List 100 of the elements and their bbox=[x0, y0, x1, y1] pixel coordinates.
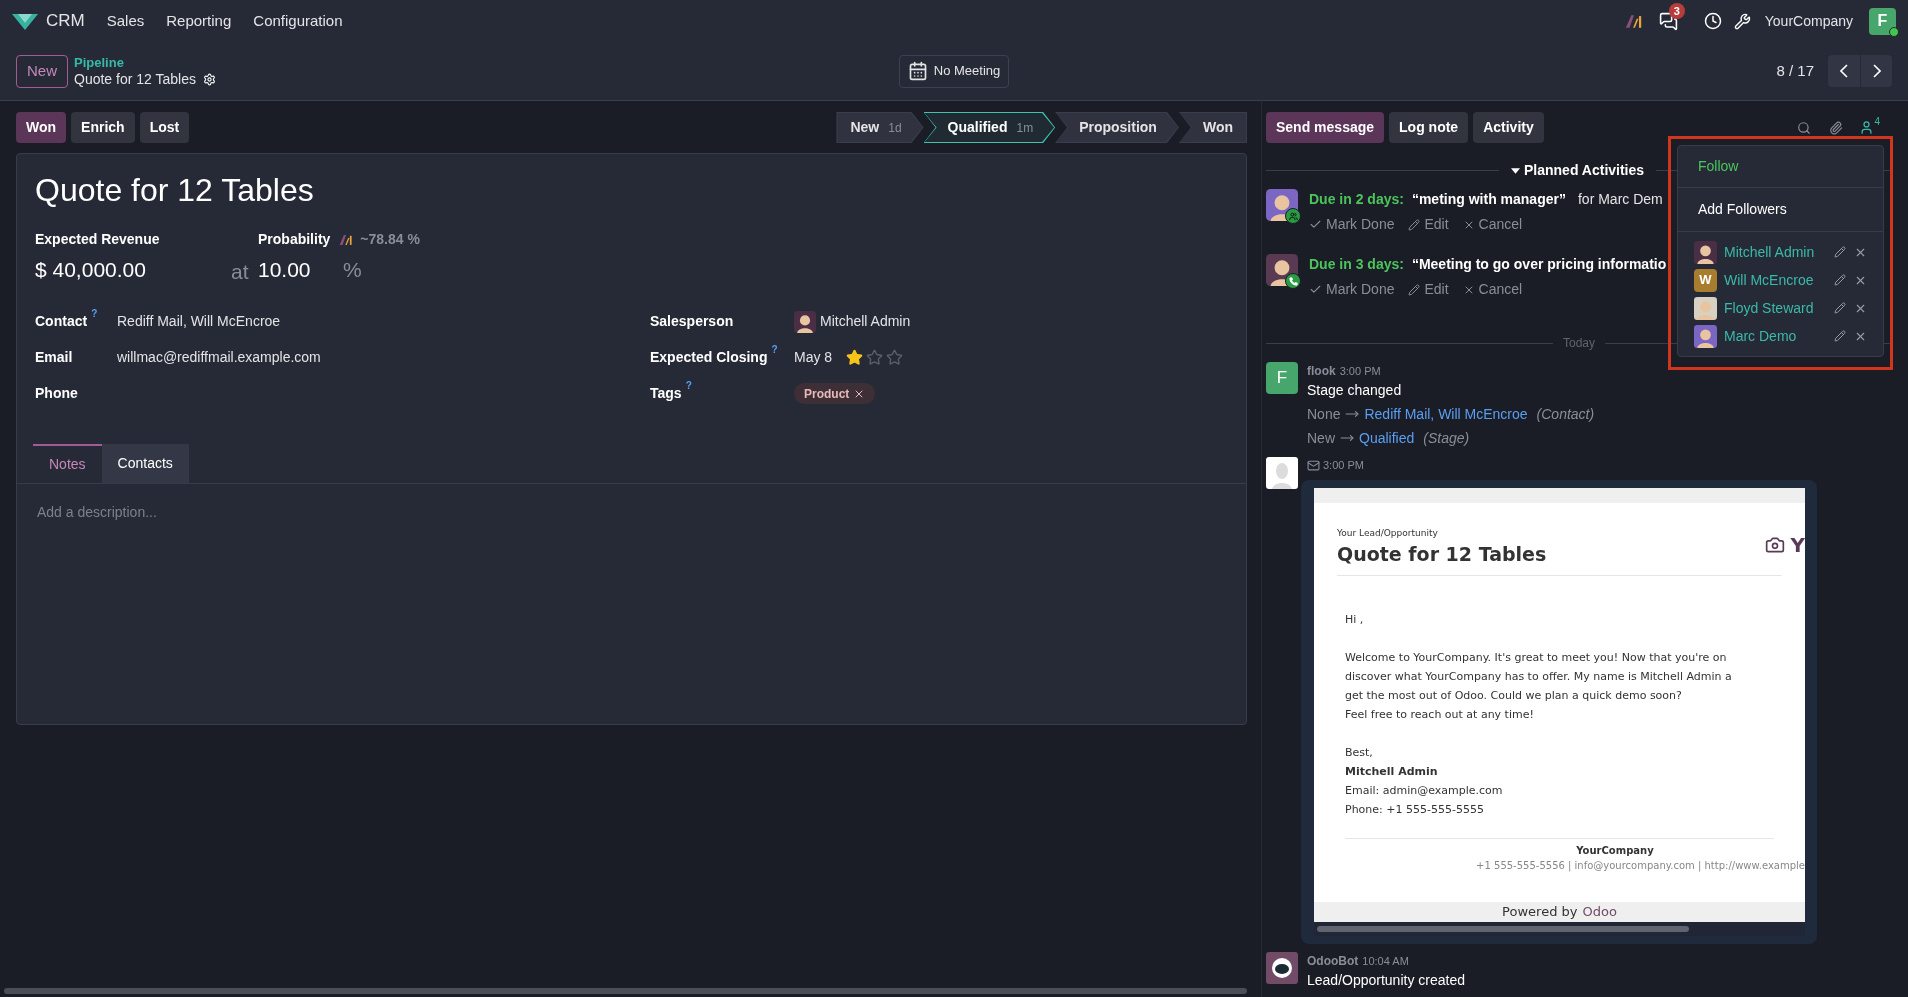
follower-name[interactable]: Mitchell Admin bbox=[1724, 241, 1834, 263]
menu-item[interactable]: Configuration bbox=[253, 9, 343, 33]
planned-activities-toggle[interactable]: Planned Activities bbox=[1511, 160, 1645, 181]
pencil-icon bbox=[1408, 218, 1421, 231]
field-value[interactable]: May 8 bbox=[794, 347, 833, 368]
record-title: Quote for 12 Tables bbox=[74, 71, 196, 88]
activity-summary: “Meeting to go over pricing informatio bbox=[1411, 255, 1667, 274]
chatter-button[interactable]: Log note bbox=[1389, 112, 1469, 143]
star-icon[interactable] bbox=[866, 349, 884, 366]
priority-stars[interactable] bbox=[846, 349, 904, 366]
add-followers-menu-item[interactable]: Add Followers bbox=[1678, 188, 1883, 232]
stage-button[interactable]: Proposition bbox=[1055, 112, 1179, 143]
field-label: Probability bbox=[258, 230, 331, 249]
field-value[interactable]: Rediff Mail, Will McEncroe bbox=[117, 311, 281, 332]
edit-icon[interactable] bbox=[1834, 246, 1846, 258]
menu-item[interactable]: Reporting bbox=[166, 9, 232, 33]
follow-menu-item[interactable]: Follow bbox=[1678, 146, 1883, 188]
email-title: Quote for 12 Tables bbox=[1337, 542, 1547, 567]
tools-icon[interactable] bbox=[1733, 12, 1751, 30]
form-tab[interactable]: Contacts bbox=[101, 443, 189, 483]
edit-icon[interactable] bbox=[1834, 302, 1846, 314]
logo-letter: Y bbox=[1790, 534, 1805, 555]
activity-action-link[interactable]: Mark Done bbox=[1309, 214, 1395, 235]
help-tooltip[interactable]: ? bbox=[771, 344, 778, 356]
field-label: Expected Closing bbox=[650, 348, 768, 367]
email-text-line: Feel free to reach out at any time! bbox=[1345, 706, 1535, 723]
follower-name[interactable]: Floyd Steward bbox=[1724, 297, 1834, 319]
at-label: at bbox=[231, 259, 250, 285]
new-button[interactable]: New bbox=[16, 54, 68, 88]
notification-badge: 3 bbox=[1668, 2, 1685, 19]
footer-contact-line: +1 555-555-5556 | info@yourcompany.com | http://www.example bbox=[1476, 858, 1805, 873]
activity-action-link[interactable]: Cancel bbox=[1462, 279, 1523, 300]
help-tooltip[interactable]: ? bbox=[685, 380, 692, 392]
clock-icon[interactable] bbox=[1703, 12, 1722, 30]
tag-chip[interactable]: Product bbox=[794, 383, 876, 404]
follower-avatar: W bbox=[1694, 268, 1717, 292]
probability-value[interactable]: 10.00 bbox=[258, 254, 343, 286]
app-name[interactable]: CRM bbox=[46, 8, 85, 34]
date-separator: Today bbox=[1563, 335, 1595, 352]
search-icon[interactable] bbox=[1797, 120, 1812, 135]
followers-icon[interactable] bbox=[1859, 120, 1875, 135]
attachment-icon[interactable] bbox=[1829, 120, 1844, 135]
description-placeholder[interactable]: Add a description... bbox=[37, 501, 1246, 523]
follower-name[interactable]: Marc Demo bbox=[1724, 325, 1834, 347]
message-time: 3:00 PM bbox=[1323, 458, 1364, 473]
message-author[interactable]: flook bbox=[1307, 362, 1336, 380]
activity-action-link[interactable]: Edit bbox=[1408, 214, 1449, 235]
field-name: (Contact) bbox=[1536, 404, 1595, 424]
message-time: 3:00 PM bbox=[1339, 364, 1381, 379]
avatar-icon bbox=[794, 310, 816, 333]
chevron-right-icon bbox=[1872, 64, 1881, 78]
stage-button[interactable]: Won bbox=[1178, 112, 1247, 143]
chatter-button[interactable]: Send message bbox=[1266, 112, 1385, 143]
stage-button[interactable]: New 1d bbox=[836, 112, 924, 143]
scrollbar-thumb[interactable] bbox=[1317, 925, 1689, 932]
settings-icon[interactable] bbox=[202, 73, 216, 86]
meeting-button[interactable]: No Meeting bbox=[898, 54, 1010, 88]
avatar-icon bbox=[1694, 240, 1717, 264]
activity-summary: “meting with manager” bbox=[1411, 190, 1566, 209]
email-contact-line: Email: admin@example.com bbox=[1345, 782, 1504, 799]
horizontal-scrollbar[interactable] bbox=[4, 988, 1247, 994]
ai-probability: ~78.84 % bbox=[360, 230, 420, 249]
old-value: None bbox=[1307, 404, 1341, 424]
email-contact-line: Phone: +1 555-555-5555 bbox=[1345, 801, 1485, 818]
follower-name[interactable]: Will McEncroe bbox=[1724, 269, 1834, 291]
help-tooltip[interactable]: ? bbox=[91, 308, 98, 320]
previous-button[interactable] bbox=[1828, 55, 1860, 87]
field-label: Phone bbox=[35, 384, 78, 403]
edit-icon[interactable] bbox=[1834, 330, 1846, 342]
activity-action-link[interactable]: Cancel bbox=[1462, 214, 1523, 235]
action-button[interactable]: Enrich bbox=[71, 112, 135, 143]
avatar-icon bbox=[1694, 324, 1717, 348]
pencil-icon bbox=[1408, 283, 1421, 296]
company-name[interactable]: YourCompany bbox=[1764, 10, 1853, 32]
next-button[interactable] bbox=[1860, 55, 1892, 87]
bot-avatar-icon[interactable] bbox=[1266, 951, 1298, 984]
activity-action-link[interactable]: Mark Done bbox=[1309, 279, 1395, 300]
star-icon[interactable] bbox=[886, 349, 904, 366]
message-author[interactable]: OdooBot bbox=[1307, 951, 1359, 970]
breadcrumb-link[interactable]: Pipeline bbox=[74, 54, 216, 71]
action-button[interactable]: Lost bbox=[139, 112, 190, 143]
calendar-icon bbox=[907, 61, 928, 81]
odoo-link[interactable]: Odoo bbox=[1582, 901, 1617, 922]
message-text: Lead/Opportunity created bbox=[1307, 970, 1465, 990]
action-button[interactable]: Won bbox=[16, 112, 67, 143]
activity-action-link[interactable]: Edit bbox=[1408, 279, 1449, 300]
stage-button[interactable]: Qualified 1m bbox=[923, 112, 1056, 143]
field-value[interactable]: willmac@rediffmail.example.com bbox=[117, 347, 321, 368]
menu-item[interactable]: Sales bbox=[106, 9, 145, 33]
message-text: Stage changed bbox=[1307, 381, 1403, 400]
field-value[interactable]: Mitchell Admin bbox=[820, 311, 911, 332]
ai-logo-icon bbox=[339, 233, 354, 246]
chatter-button[interactable]: Activity bbox=[1473, 112, 1544, 143]
app-logo-icon[interactable] bbox=[12, 11, 38, 31]
opportunity-title[interactable]: Quote for 12 Tables bbox=[35, 170, 1228, 210]
field-label: Expected Revenue bbox=[35, 230, 161, 249]
activity-due: Due in 3 days: bbox=[1309, 255, 1404, 274]
pager-value: 8 / 17 bbox=[1776, 60, 1814, 81]
edit-icon[interactable] bbox=[1834, 274, 1846, 286]
revenue-value[interactable]: $ 40,000.00 bbox=[35, 254, 231, 286]
